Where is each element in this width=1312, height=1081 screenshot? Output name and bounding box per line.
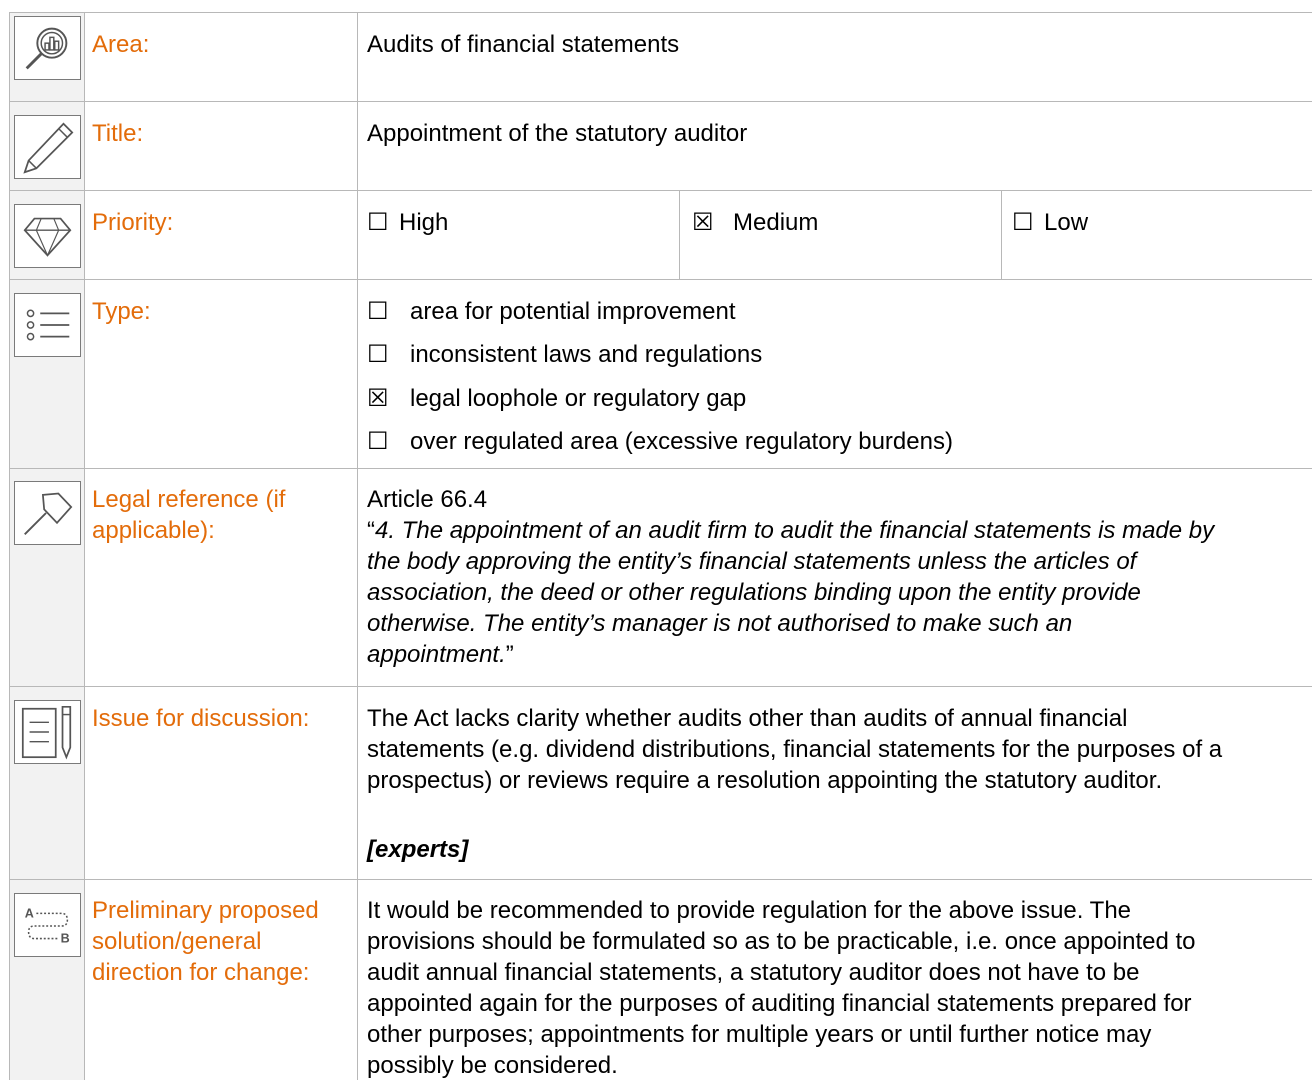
type-checkbox[interactable]: ☐ (367, 296, 410, 327)
path-a-to-b-icon: AB (14, 893, 81, 957)
audit-magnifier-chart-icon (14, 16, 81, 80)
priority-option-high[interactable]: ☐ High (367, 207, 448, 238)
priority-low-label: Low (1044, 209, 1089, 236)
experts-note: [experts] (367, 836, 469, 863)
issue-experts: [experts] (367, 834, 468, 865)
type-option[interactable]: ☐ area for potential improvement (367, 296, 736, 327)
solution-label-line: direction for change: (92, 959, 310, 986)
list-icon (14, 293, 81, 357)
icon-letter-a: A (25, 906, 34, 920)
pencil-icon (14, 115, 81, 179)
title-value: Appointment of the statutory auditor (367, 120, 748, 147)
quote-close-mark: ” (505, 641, 514, 668)
solution-line: appointed again for the purposes of audi… (367, 990, 1192, 1017)
issue-line: statements (e.g. dividend distributions,… (367, 736, 1223, 763)
type-option[interactable]: ☒ legal loophole or regulatory gap (367, 383, 746, 414)
solution-line: provisions should be formulated so as to… (367, 928, 1196, 955)
priority-label: Priority: (92, 209, 174, 236)
type-checkbox[interactable]: ☐ (367, 426, 410, 457)
type-option[interactable]: ☐ inconsistent laws and regulations (367, 339, 762, 370)
issue-text: The Act lacks clarity whether audits oth… (367, 703, 1222, 796)
priority-option-medium[interactable]: ☒ Medium (692, 207, 818, 238)
checkbox-medium[interactable]: ☒ (692, 207, 733, 238)
quote-line: 4. The appointment of an audit firm to a… (375, 517, 1215, 544)
gavel-icon (14, 481, 81, 545)
legal-label-line: Legal reference (if (92, 486, 286, 513)
checkbox-low[interactable]: ☐ (1012, 207, 1044, 238)
quote-line: the body approving the entity’s financia… (367, 548, 1137, 575)
priority-option-low[interactable]: ☐ Low (1012, 207, 1088, 238)
quote-line: appointment. (367, 641, 506, 668)
solution-line: possibly be considered. (367, 1052, 618, 1079)
quote-line: association, the deed or other regulatio… (367, 579, 1141, 606)
issue-label: Issue for discussion: (92, 705, 310, 732)
type-option-label: area for potential improvement (410, 298, 736, 325)
solution-text: It would be recommended to provide regul… (367, 895, 1196, 1081)
priority-high-label: High (399, 209, 449, 236)
area-label: Area: (92, 31, 150, 58)
title-label: Title: (92, 120, 144, 147)
type-option-label: over regulated area (excessive regulator… (410, 428, 953, 455)
issue-line: The Act lacks clarity whether audits oth… (367, 705, 1128, 732)
legal-article: Article 66.4 (367, 486, 488, 513)
quote-line: otherwise. The entity’s manager is not a… (367, 610, 1073, 637)
type-option[interactable]: ☐ over regulated area (excessive regulato… (367, 426, 953, 457)
diamond-icon (14, 204, 81, 268)
priority-medium-label: Medium (733, 209, 819, 236)
type-label: Type: (92, 298, 151, 325)
solution-line: other purposes; appointments for multipl… (367, 1021, 1152, 1048)
type-checkbox[interactable]: ☒ (367, 383, 410, 414)
legal-quote: “4. The appointment of an audit firm to … (367, 515, 1214, 670)
legal-label-line: applicable): (92, 517, 215, 544)
icon-letter-b: B (61, 931, 70, 945)
quote-open-mark: “ (367, 517, 375, 544)
type-option-label: inconsistent laws and regulations (410, 341, 763, 368)
area-value: Audits of financial statements (367, 31, 680, 58)
solution-label: Preliminary proposed solution/general di… (92, 895, 319, 988)
type-option-label: legal loophole or regulatory gap (410, 385, 747, 412)
solution-line: audit annual financial statements, a sta… (367, 959, 1140, 986)
solution-label-line: Preliminary proposed (92, 897, 319, 924)
issue-line: prospectus) or reviews require a resolut… (367, 767, 1163, 794)
checkbox-high[interactable]: ☐ (367, 207, 399, 238)
solution-label-line: solution/general (92, 928, 262, 955)
legal-label: Legal reference (if applicable): (92, 484, 285, 546)
document-pen-icon (14, 700, 81, 764)
type-checkbox[interactable]: ☐ (367, 339, 410, 370)
solution-line: It would be recommended to provide regul… (367, 897, 1132, 924)
